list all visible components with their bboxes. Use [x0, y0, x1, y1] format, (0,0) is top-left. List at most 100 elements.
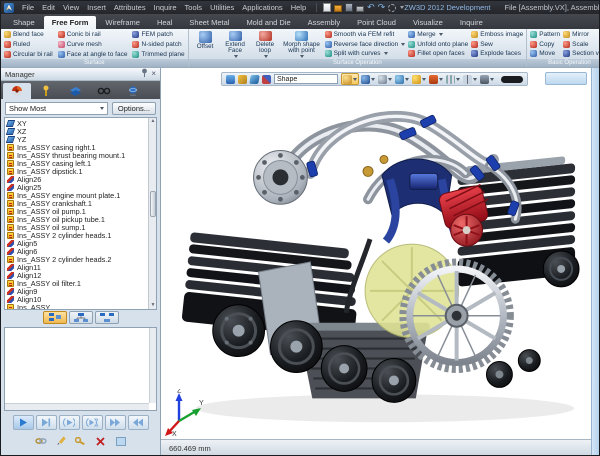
pattern-button[interactable]: Pattern: [530, 30, 560, 39]
pick-filter-icon[interactable]: [388, 4, 396, 12]
morph-shape-button[interactable]: Morph shape with point: [282, 30, 322, 58]
blank-state-button[interactable]: [112, 434, 129, 448]
extend-face-button[interactable]: Extend Face: [222, 30, 249, 58]
fast-forward-button[interactable]: [105, 415, 126, 430]
scrollbar-thumb[interactable]: [150, 191, 156, 217]
graphics-viewport[interactable]: Z Y X 660.469 mm: [161, 68, 591, 456]
menu-insert[interactable]: Insert: [83, 3, 110, 12]
manager-tab-input[interactable]: [32, 83, 60, 99]
tab-point-cloud[interactable]: Point Cloud: [349, 16, 404, 29]
viewmode-list-button[interactable]: [43, 311, 67, 324]
curve-mesh-button[interactable]: Curve mesh: [58, 40, 128, 49]
tree-scrollbar[interactable]: ▲ ▼: [148, 118, 156, 309]
play-from-here-button[interactable]: [59, 415, 80, 430]
preview-scrollbar-horizontal[interactable]: [5, 403, 149, 410]
tab-wireframe[interactable]: Wireframe: [97, 16, 148, 29]
tab-shape[interactable]: Shape: [5, 16, 43, 29]
options-button[interactable]: Options...: [112, 102, 156, 115]
menu-utilities[interactable]: Utilities: [206, 3, 238, 12]
scroll-down-icon[interactable]: ▼: [150, 302, 156, 309]
shape-filter-field[interactable]: [274, 74, 338, 84]
blend-face-button[interactable]: Blend face: [4, 30, 53, 39]
tree-item-component[interactable]: Ins_ASSY: [7, 303, 147, 310]
tree-item-xy[interactable]: XY: [7, 119, 147, 127]
menu-tools[interactable]: Tools: [181, 3, 207, 12]
smooth-fem-refit-button[interactable]: Smooth via FEM refit: [325, 30, 406, 39]
solid-icon[interactable]: [249, 75, 260, 84]
n-sided-patch-button[interactable]: N-sided patch: [132, 40, 184, 49]
manager-tab-visual[interactable]: [90, 83, 118, 99]
undo-icon[interactable]: ↶: [367, 3, 375, 12]
menu-view[interactable]: View: [59, 3, 83, 12]
step-to-end-button[interactable]: [36, 415, 57, 430]
view-standard-button[interactable]: [377, 73, 393, 85]
menu-applications[interactable]: Applications: [238, 3, 286, 12]
show-filter-dropdown[interactable]: Show Most: [5, 102, 108, 115]
axes-icon[interactable]: [262, 75, 271, 84]
collapsed-toolbar-pill[interactable]: [501, 76, 523, 83]
pin-icon[interactable]: [141, 68, 148, 80]
menu-attributes[interactable]: Attributes: [110, 3, 150, 12]
tree-item-xz[interactable]: XZ: [7, 127, 147, 135]
offset-button[interactable]: Offset: [192, 30, 219, 58]
mirror-button[interactable]: Mirror: [563, 30, 599, 39]
redo-icon[interactable]: ↷: [378, 3, 386, 12]
menu-help[interactable]: Help: [287, 3, 310, 12]
ruled-button[interactable]: Ruled: [4, 40, 53, 49]
manager-tab-history[interactable]: [3, 83, 31, 99]
collapsed-side-panel[interactable]: [591, 68, 599, 456]
save-icon[interactable]: [345, 3, 353, 12]
tab-sheet-metal[interactable]: Sheet Metal: [181, 16, 237, 29]
rewind-button[interactable]: [128, 415, 149, 430]
split-view-button[interactable]: [462, 73, 478, 85]
scroll-up-icon[interactable]: ▲: [150, 118, 156, 125]
split-with-curves-button[interactable]: Split with curves: [325, 49, 406, 58]
fillet-open-faces-button[interactable]: Fillet open faces: [408, 49, 468, 58]
tab-visualize[interactable]: Visualize: [405, 16, 451, 29]
menu-inquire[interactable]: Inquire: [150, 3, 181, 12]
move-button[interactable]: Move: [530, 49, 560, 58]
explode-faces-button[interactable]: Explode faces: [471, 49, 523, 58]
tab-assembly[interactable]: Assembly: [300, 16, 349, 29]
conic-bi-rail-button[interactable]: Conic bi rail: [58, 30, 128, 39]
copy-button[interactable]: Copy: [530, 40, 560, 49]
light-mode-button[interactable]: [411, 73, 427, 85]
collapsed-panel-tab[interactable]: [545, 72, 587, 85]
trimmed-plane-button[interactable]: Trimmed plane: [132, 50, 184, 59]
sketch-icon[interactable]: [238, 75, 247, 84]
preview-pane[interactable]: [4, 327, 157, 411]
display-box-button[interactable]: [394, 73, 410, 85]
panel-close-icon[interactable]: ×: [151, 69, 156, 79]
play-range-button[interactable]: [82, 415, 103, 430]
viewmode-tree-button[interactable]: [69, 311, 93, 324]
shade-mode-button[interactable]: [360, 73, 376, 85]
circular-bi-rail-button[interactable]: Circular bi rail: [4, 50, 53, 59]
fem-patch-button[interactable]: FEM patch: [132, 30, 184, 39]
tab-mold-and-die[interactable]: Mold and Die: [238, 16, 298, 29]
tab-inquire[interactable]: Inquire: [452, 16, 491, 29]
tab-free-form[interactable]: Free Form: [44, 16, 97, 29]
new-file-icon[interactable]: [323, 3, 331, 12]
display-settings-button[interactable]: [479, 73, 495, 85]
document-icon[interactable]: [226, 75, 235, 84]
play-button[interactable]: [13, 415, 34, 430]
manager-tab-layers[interactable]: [61, 83, 89, 99]
tab-heal[interactable]: Heal: [149, 16, 180, 29]
view-orient-button[interactable]: [341, 73, 359, 85]
screen-mode-button[interactable]: [428, 73, 444, 85]
unfold-onto-plane-button[interactable]: Unfold onto plane: [408, 40, 468, 49]
face-at-angle-button[interactable]: Face at angle to face: [58, 50, 128, 59]
merge-button[interactable]: Merge: [408, 30, 468, 39]
link-button[interactable]: [32, 434, 49, 448]
sew-button[interactable]: Sew: [471, 40, 523, 49]
preview-scrollbar-vertical[interactable]: [149, 328, 156, 403]
grid-toggle-button[interactable]: [445, 73, 461, 85]
edit-button[interactable]: [52, 434, 69, 448]
adjust-button[interactable]: [72, 434, 89, 448]
open-file-icon[interactable]: [334, 5, 342, 12]
menu-file[interactable]: File: [18, 3, 38, 12]
reverse-face-direction-button[interactable]: Reverse face direction: [325, 40, 406, 49]
delete-button[interactable]: [92, 434, 109, 448]
manager-tab-render[interactable]: [119, 83, 147, 99]
print-icon[interactable]: [356, 6, 364, 12]
